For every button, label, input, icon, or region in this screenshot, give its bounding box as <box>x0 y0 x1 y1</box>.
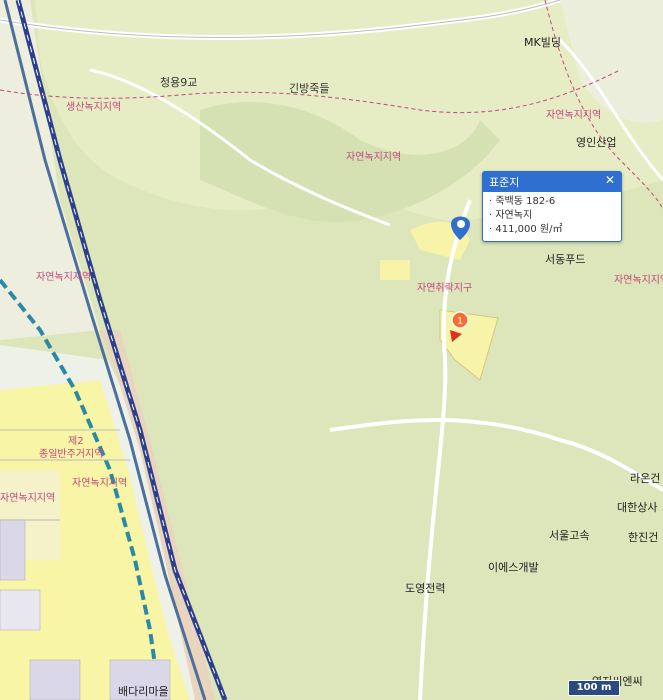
zone-nature-label: 자연녹지지역 <box>36 272 92 283</box>
place-label-gibangjuk: 긴방죽들 <box>289 82 330 95</box>
popup-price: 411,000 원/㎡ <box>489 223 615 237</box>
scale-bar: 100 m <box>568 680 620 696</box>
poi-doyoung[interactable]: 도영전력 <box>405 580 445 596</box>
zone-nature-label: 자연녹지지역 <box>346 152 402 163</box>
poi-mk-building[interactable]: MK빌딩 <box>524 34 561 50</box>
zone-nature-label: 자연녹지지역 <box>0 493 56 504</box>
zone-village-label: 자연취락지구 <box>417 283 473 294</box>
poi-ies[interactable]: 이에스개발 <box>488 559 539 575</box>
marker-number: 1 <box>457 316 463 327</box>
poi-hanjin[interactable]: 한진건 <box>628 529 658 545</box>
popup-address: 죽백동 182-6 <box>489 195 615 209</box>
zone-nature-label: 자연녹지지역 <box>72 478 128 489</box>
poi-seodong[interactable]: 서동푸드 <box>545 251 585 267</box>
popup-land-use: 자연녹지 <box>489 209 615 223</box>
zone-nature-label: 자연녹지지역 <box>546 110 602 121</box>
standard-land-popup: 표준지 ✕ 죽백동 182-6 자연녹지 411,000 원/㎡ <box>482 171 622 242</box>
poi-baedari[interactable]: 배다리마을 <box>118 683 169 699</box>
poi-seoul[interactable]: 서울고속 <box>549 527 589 543</box>
zone-nature-label: 자연녹지지역 <box>614 275 663 286</box>
poi-youngin[interactable]: 영인산업 <box>576 134 616 150</box>
poi-raon[interactable]: 라온건 <box>630 470 660 486</box>
bridge-label: 청용9교 <box>160 76 198 89</box>
zone-residential-label: 종일반주거지역 <box>39 449 104 460</box>
close-icon[interactable]: ✕ <box>605 174 615 190</box>
popup-title: 표준지 <box>489 176 520 189</box>
zone-production-label: 생산녹지지역 <box>66 102 122 113</box>
poi-daehan[interactable]: 대한상사 <box>617 499 657 515</box>
